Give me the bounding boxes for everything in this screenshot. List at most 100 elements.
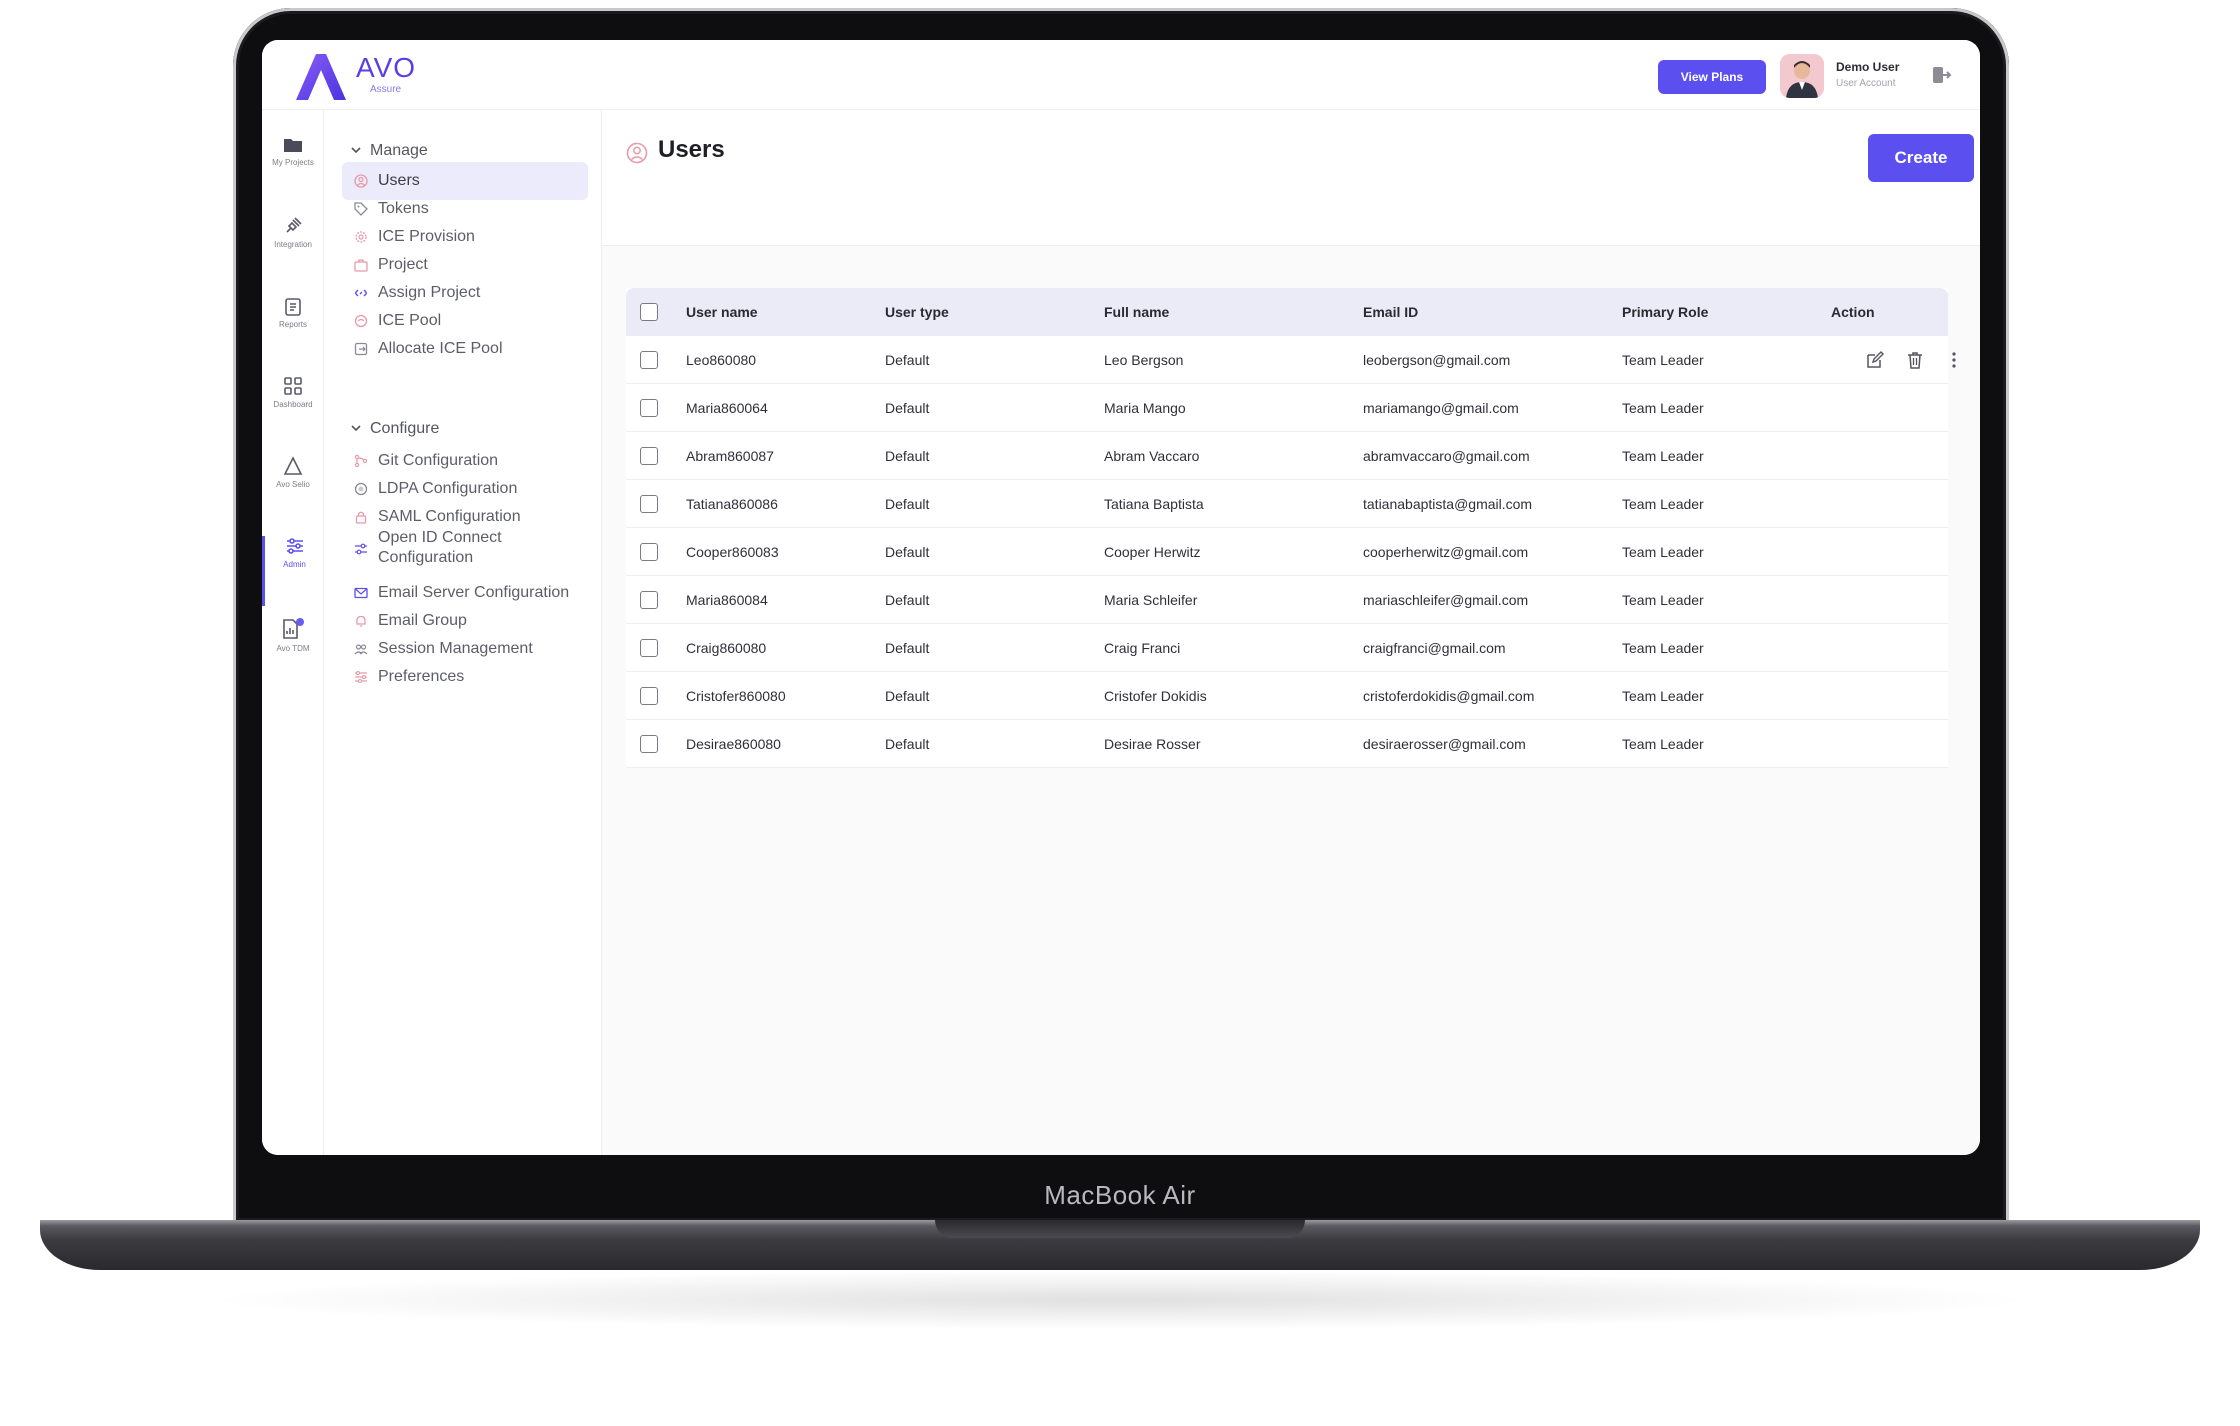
table-cell: Maria860064 [686,400,768,416]
sliders-icon [286,538,303,554]
briefcase-icon [354,259,368,272]
create-button[interactable]: Create [1868,134,1974,182]
trash-icon[interactable] [1905,350,1925,370]
sidebar-item-label: ICE Pool [378,312,442,329]
plug-icon [286,217,302,233]
table-cell: Maria860084 [686,592,768,608]
table-cell: Desirae860080 [686,736,781,752]
rail-item-avo-tdm[interactable]: Avo TDM [262,618,324,688]
row-checkbox[interactable] [640,639,658,657]
rail-item-dashboard[interactable]: Dashboard [262,376,324,446]
rail-item-avo-selio[interactable]: Avo Selio [262,456,324,526]
sidebar-item-open-id-connect-configuration[interactable]: Open ID Connect Configuration [342,528,588,570]
sidebar-item-label: Email Group [378,612,467,629]
table-row[interactable]: Leo860080 Default Leo Bergson leobergson@gm… [626,336,1956,384]
sidebar-item-label: Git Configuration [378,452,499,469]
sidebar-item-label: Email Server Configuration [378,584,570,601]
row-checkbox[interactable] [640,735,658,753]
row-checkbox[interactable] [640,687,658,705]
chevron-down-icon [351,425,361,432]
server-icon [354,482,368,496]
laptop-notch [935,1220,1305,1238]
sidebar-item-allocate-ice-pool[interactable]: Allocate ICE Pool [342,330,588,368]
table-cell: Default [885,544,930,560]
pool-icon [354,314,368,328]
column-header[interactable]: Primary Role [1622,288,1708,336]
table-cell: Craig860080 [686,640,767,656]
table-cell: tatianabaptista@gmail.com [1363,496,1533,512]
row-checkbox[interactable] [640,399,658,417]
rail-item-my-projects[interactable]: My Projects [262,136,324,206]
column-header[interactable]: User type [885,288,949,336]
table-row[interactable]: Abram860087 Default Abram Vaccaro abramvacc… [626,432,1948,480]
table-header: User name User type Full name Email ID P… [626,288,1948,336]
table-row[interactable]: Craig860080 Default Craig Franci craigfranc… [626,624,1948,672]
table-row[interactable]: Desirae860080 Default Desirae Rosser desira… [626,720,1948,768]
rail-label: Reports [278,320,307,329]
rail-label: My Projects [272,158,314,167]
table-cell: Tatiana860086 [686,496,778,512]
table-cell: Cristofer Dokidis [1104,688,1207,704]
edit-icon[interactable] [1865,350,1885,370]
section-manage[interactable]: Manage [350,142,428,160]
column-header[interactable]: Full name [1104,288,1169,336]
table-cell: cristoferdokidis@gmail.com [1363,688,1535,704]
row-checkbox[interactable] [640,447,658,465]
sidebar-item-label: Project [378,256,428,273]
settings-toggle-icon [355,543,367,555]
brand-name: AVO [356,52,417,83]
sidebar-item-label: LDPA Configuration [378,480,518,497]
row-checkbox[interactable] [640,351,658,369]
table-cell: abramvaccaro@gmail.com [1363,448,1530,464]
column-header[interactable]: User name [686,288,758,336]
table-cell: Leo860080 [686,352,757,368]
user-avatar-icon [1780,54,1824,98]
table-row[interactable]: Maria860064 Default Maria Mango mariamango@… [626,384,1948,432]
table-cell: Team Leader [1622,496,1704,512]
table-cell: Team Leader [1622,352,1704,368]
row-checkbox[interactable] [640,543,658,561]
table-row[interactable]: Cooper860083 Default Cooper Herwitz cooperh… [626,528,1948,576]
lock-icon [355,511,367,524]
rail-item-reports[interactable]: Reports [262,296,324,366]
table-cell: Default [885,640,930,656]
rail-label: Avo TDM [276,644,310,653]
table-cell: cooperherwitz@gmail.com [1363,544,1529,560]
column-header: Action [1831,304,1875,320]
rail-item-admin[interactable]: Admin [262,536,324,606]
section-configure[interactable]: Configure [350,420,439,438]
user-circle-icon [626,142,648,164]
select-all-checkbox[interactable] [640,303,658,321]
table-cell: Default [885,352,930,368]
table-cell: Default [885,400,930,416]
table-cell: Abram860087 [686,448,774,464]
table-row[interactable]: Maria860084 Default Maria Schleifer mariasc… [626,576,1948,624]
column-header[interactable]: Email ID [1363,288,1418,336]
rail-item-integration[interactable]: Integration [262,216,324,286]
page-header: Users Create [602,110,1980,246]
row-checkbox[interactable] [640,591,658,609]
logout-icon[interactable] [1930,64,1952,86]
table-row[interactable]: Cristofer860080 Default Cristofer Dokidis c… [626,672,1948,720]
table-cell: Team Leader [1622,592,1704,608]
sidebar-item-label: SAML Configuration [378,508,521,525]
table-cell: leobergson@gmail.com [1363,352,1511,368]
avatar[interactable] [1780,54,1824,98]
more-vertical-icon[interactable] [1944,350,1964,370]
rail-label: Avo Selio [276,480,310,489]
admin-sidebar: Manage Users Tokens ICE Provision Projec… [324,110,602,1155]
table-cell: Cooper Herwitz [1104,544,1201,560]
table-cell: craigfranci@gmail.com [1363,640,1506,656]
allocate-icon [354,342,368,356]
sidebar-item-preferences[interactable]: Preferences [342,658,588,696]
table-cell: Team Leader [1622,736,1704,752]
laptop-shadow [200,1270,2040,1330]
view-plans-button[interactable]: View Plans [1658,60,1766,94]
rail-label: Dashboard [273,400,313,409]
rail-label: Admin [283,560,306,569]
bell-icon [356,615,366,627]
row-checkbox[interactable] [640,495,658,513]
sidebar-item-label: Session Management [378,640,533,657]
table-row[interactable]: Tatiana860086 Default Tatiana Baptista tati… [626,480,1948,528]
table-body: Leo860080 Default Leo Bergson leobergson@gm… [626,336,1956,768]
